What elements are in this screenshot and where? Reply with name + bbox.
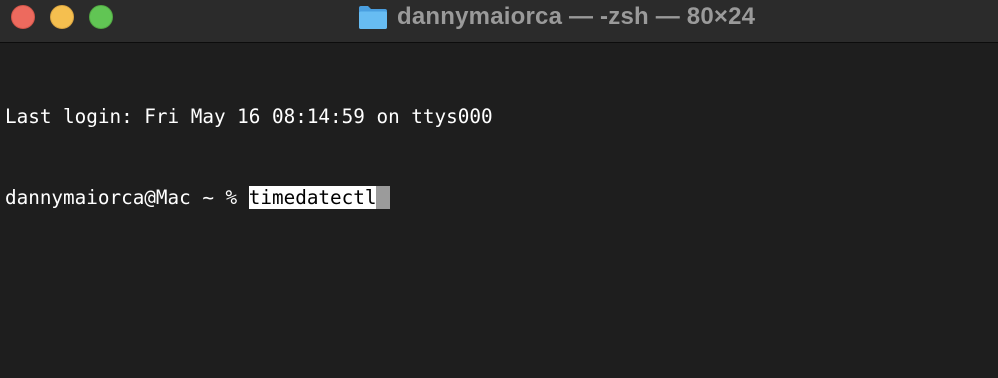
prompt-line[interactable]: dannymaiorca@Mac ~ % timedatectl	[5, 184, 998, 211]
typed-command[interactable]: timedatectl	[248, 186, 377, 209]
folder-icon	[358, 4, 388, 30]
zoom-button[interactable]	[89, 5, 113, 29]
last-login-line: Last login: Fri May 16 08:14:59 on ttys0…	[5, 105, 493, 128]
minimize-button[interactable]	[50, 5, 74, 29]
terminal-window: dannymaiorca — -zsh — 80×24 Last login: …	[0, 0, 998, 378]
text-cursor	[376, 186, 391, 209]
close-button[interactable]	[11, 5, 35, 29]
window-title: dannymaiorca — -zsh — 80×24	[397, 2, 756, 30]
title-bar[interactable]: dannymaiorca — -zsh — 80×24	[0, 0, 998, 43]
terminal-output[interactable]: Last login: Fri May 16 08:14:59 on ttys0…	[5, 49, 998, 265]
window-title-group: dannymaiorca — -zsh — 80×24	[358, 0, 755, 33]
shell-prompt: dannymaiorca@Mac ~ %	[5, 186, 249, 209]
